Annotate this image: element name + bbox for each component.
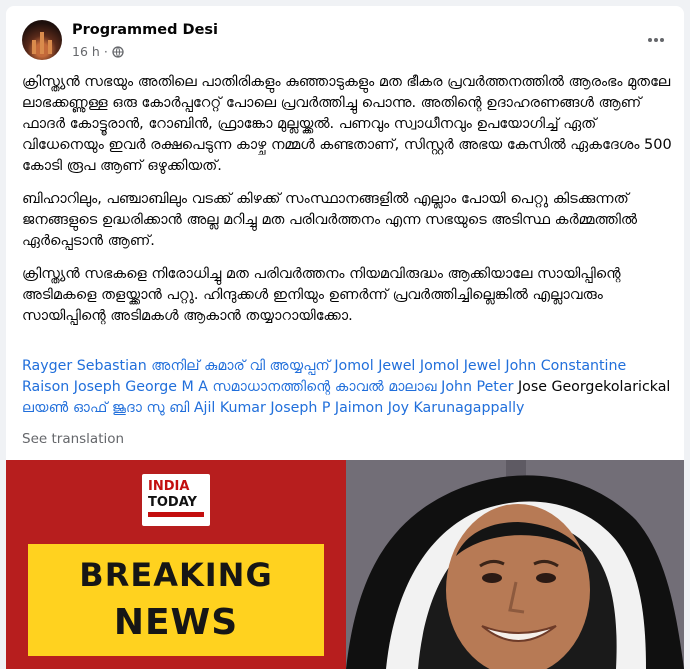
post-paragraph: ക്രിസ്ത്യൻ സഭകളെ നിരോധിച്ചു മത പരിവർത്തന…	[22, 266, 621, 324]
more-options-icon[interactable]	[644, 30, 668, 50]
post-card: Programmed Desi 16 h · ക്രിസ്ത്യൻ സഭയും …	[6, 6, 684, 669]
logo-line1: INDIA	[148, 479, 190, 494]
post-text: ക്രിസ്ത്യൻ സഭയും അതിലെ പാതിരികളും കുഞ്ഞാ…	[22, 72, 672, 339]
author-name[interactable]: Programmed Desi	[72, 22, 218, 38]
nun-illustration	[346, 460, 684, 669]
tag-link[interactable]: Joseph P Jaimon	[270, 400, 383, 416]
avatar-spire	[48, 40, 52, 54]
meta-separator: ·	[103, 44, 108, 59]
tag-link[interactable]: Joseph George M A	[74, 379, 208, 395]
tag-list: Rayger Sebastian അനില് കുമാര് വി അയ്യപ്പ…	[22, 356, 672, 419]
tag-link[interactable]: Rayger Sebastian	[22, 358, 147, 374]
breaking-news-banner: BREAKING NEWS	[28, 544, 324, 656]
tag-link[interactable]: അനില് കുമാര് വി അയ്യപ്പന്	[151, 358, 330, 374]
breaking-news-panel: INDIA TODAY BREAKING NEWS	[6, 460, 346, 669]
logo-line2: TODAY	[148, 495, 197, 510]
tag-plain: Jose Georgekolarickal	[517, 379, 671, 395]
tag-link[interactable]: Jomol Jewel Jomol Jewel	[334, 358, 501, 374]
tag-link[interactable]: John Peter	[441, 379, 513, 395]
tag-link[interactable]: Ajil Kumar	[194, 400, 266, 416]
see-translation-link[interactable]: See translation	[22, 431, 124, 447]
post-header: Programmed Desi 16 h ·	[22, 20, 672, 66]
avatar[interactable]	[22, 20, 62, 60]
tag-link[interactable]: Joy Karunagappally	[388, 400, 525, 416]
post-meta: 16 h ·	[72, 44, 124, 59]
post-paragraph: ബിഹാറിലും, പഞ്ചാബിലും വടക്ക് കിഴക്ക് സംസ…	[22, 191, 638, 249]
banner-line1: BREAKING	[79, 556, 273, 594]
logo-bar	[148, 512, 204, 517]
india-today-logo: INDIA TODAY	[142, 474, 210, 526]
avatar-spire	[32, 40, 36, 54]
banner-line2: NEWS	[113, 602, 239, 643]
post-time[interactable]: 16 h	[72, 44, 100, 59]
avatar-spire	[40, 32, 44, 54]
tag-link[interactable]: ലയൺ ഓഫ് ജൂദാ സു ബി	[22, 400, 189, 416]
post-image[interactable]: INDIA TODAY BREAKING NEWS	[6, 460, 684, 669]
tag-link[interactable]: സമാധാനത്തിന്റെ കാവൽ മാലാഖ	[212, 379, 436, 395]
post-paragraph: ക്രിസ്ത്യൻ സഭയും അതിലെ പാതിരികളും കുഞ്ഞാ…	[22, 74, 672, 174]
nun-photo	[346, 460, 684, 669]
globe-icon[interactable]	[112, 45, 124, 58]
